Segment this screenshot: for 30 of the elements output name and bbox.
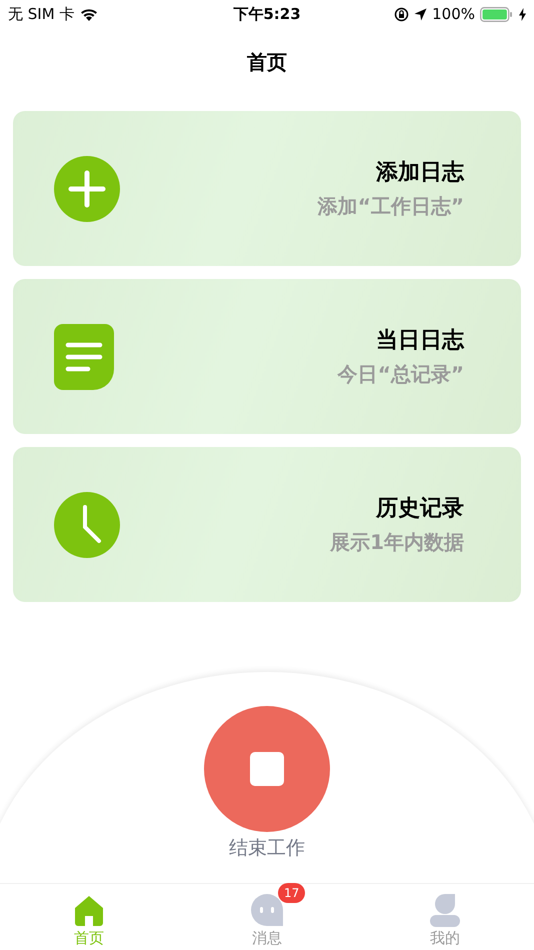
card-title: 添加日志 — [376, 159, 464, 187]
tab-label: 首页 — [74, 929, 104, 948]
card-subtitle: 添加“工作日志” — [318, 193, 464, 220]
tab-label: 我的 — [430, 929, 460, 948]
card-subtitle: 展示1年内数据 — [330, 529, 464, 556]
plus-icon — [53, 154, 121, 222]
menu-card[interactable]: 添加日志 添加“工作日志” — [13, 111, 521, 266]
user-icon — [429, 893, 461, 927]
home-icon — [73, 895, 105, 927]
card-title: 历史记录 — [376, 495, 464, 523]
tab-item[interactable]: 17 消息 — [178, 884, 356, 950]
charging-icon — [519, 8, 526, 20]
battery-percent: 100% — [432, 5, 475, 23]
note-icon — [53, 322, 115, 390]
page-title: 首页 — [247, 48, 287, 76]
battery-icon — [480, 6, 514, 22]
location-arrow-icon — [414, 8, 428, 20]
menu-card[interactable]: 历史记录 展示1年内数据 — [13, 447, 521, 602]
card-title: 当日日志 — [376, 327, 464, 355]
stop-label: 结束工作 — [229, 836, 305, 861]
chat-bubble-icon — [250, 893, 284, 927]
carrier-text: 无 SIM 卡 — [8, 4, 74, 24]
unread-count: 17 — [278, 883, 306, 903]
wifi-icon — [80, 8, 98, 20]
tab-label: 消息 — [252, 929, 282, 948]
card-subtitle: 今日“总记录” — [338, 361, 464, 388]
status-time: 下午5:23 — [233, 4, 301, 24]
rotation-lock-icon — [394, 6, 410, 22]
clock-icon — [53, 490, 121, 558]
menu-card[interactable]: 当日日志 今日“总记录” — [13, 279, 521, 434]
